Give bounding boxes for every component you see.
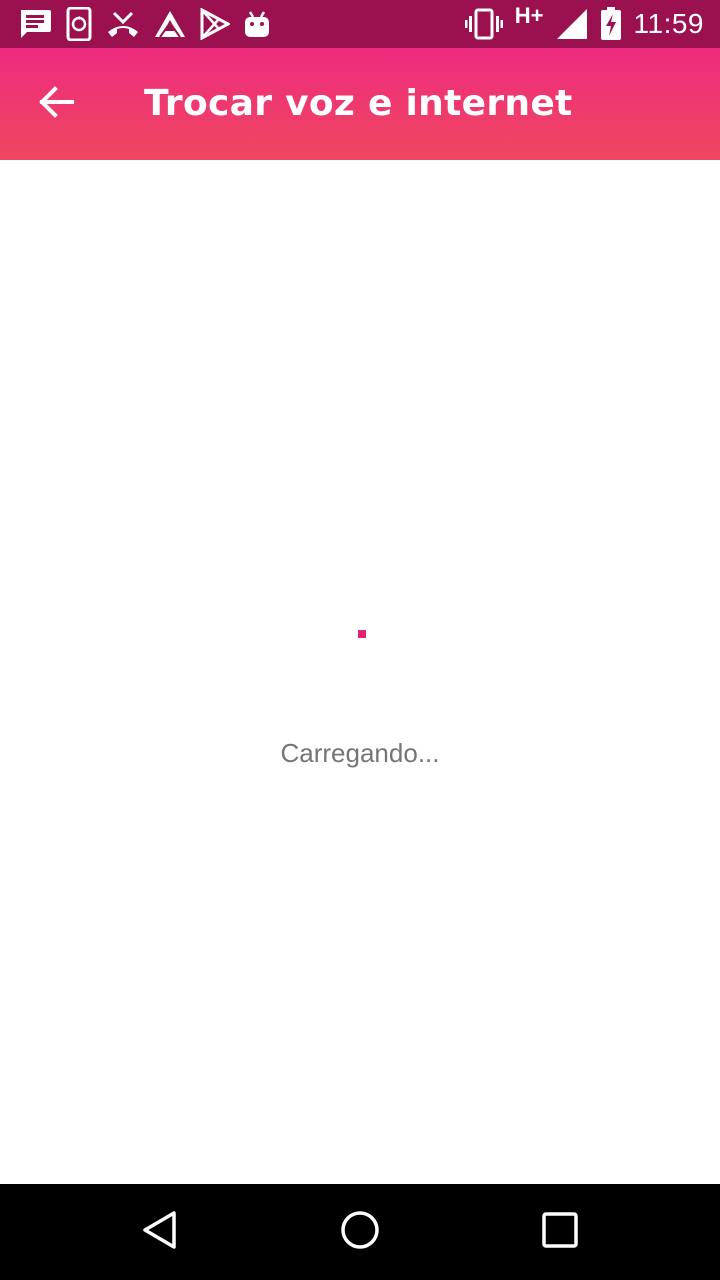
navigation-bar (0, 1184, 720, 1280)
recents-square-icon (542, 1211, 578, 1253)
nav-home-button[interactable] (332, 1204, 388, 1260)
triangle-app-icon (154, 10, 186, 38)
clock: 11:59 (633, 8, 704, 39)
nav-back-button[interactable] (132, 1204, 188, 1260)
signal-icon (556, 8, 588, 40)
nav-recents-button[interactable] (532, 1204, 588, 1260)
loading-spinner (358, 630, 366, 638)
home-circle-icon (340, 1210, 380, 1255)
battery-charging-icon (600, 7, 622, 41)
main-content: Carregando... (0, 160, 720, 1184)
system-icons: H+ 11:59 (464, 3, 704, 44)
network-type: H+ (514, 3, 544, 28)
notification-icons (18, 6, 270, 42)
play-store-icon (200, 8, 230, 40)
android-icon (244, 10, 270, 38)
missed-call-icon (106, 10, 140, 38)
app-bar: Trocar voz e internet (0, 48, 720, 160)
vibrate-icon (464, 8, 503, 40)
message-icon (18, 8, 52, 40)
arrow-back-icon (38, 85, 74, 123)
phone-sync-icon (66, 7, 92, 41)
back-button[interactable] (24, 72, 88, 136)
page-title: Trocar voz e internet (144, 83, 573, 124)
back-triangle-icon (140, 1210, 180, 1255)
status-bar: H+ 11:59 (0, 0, 720, 48)
loading-text: Carregando... (280, 738, 440, 768)
